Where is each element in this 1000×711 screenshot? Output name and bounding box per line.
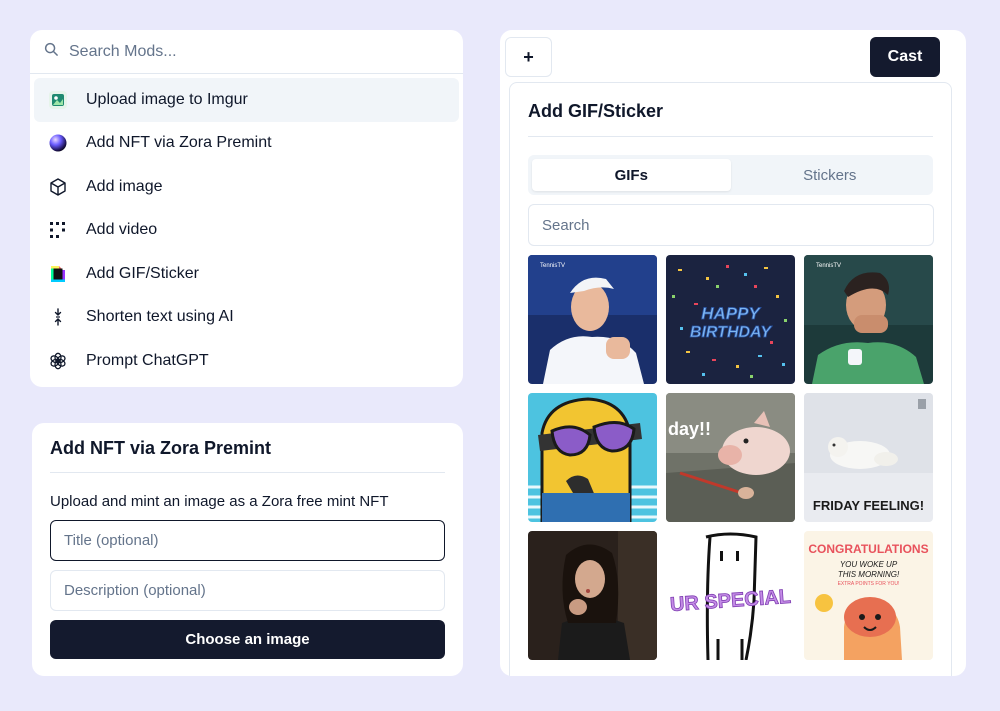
zora-premint-card: Add NFT via Zora Premint Upload and mint… (32, 423, 463, 676)
imgur-icon (48, 90, 68, 110)
divider (50, 472, 445, 473)
tab-gifs[interactable]: GIFs (532, 159, 731, 191)
mod-label: Add video (86, 221, 158, 239)
mod-item-upload-imgur[interactable]: Upload image to Imgur (34, 78, 459, 122)
woman-blowing-kiss-gif[interactable] (528, 531, 657, 660)
cube-icon (48, 177, 68, 197)
divider (528, 136, 933, 137)
gif-grid: TennisTV HAPPY BIRTHDAY TennisTV day!! F… (528, 255, 933, 660)
tile-caption: FRIDAY FEELING! (813, 498, 924, 513)
tile-caption-line: YOU WOKE UP (840, 560, 898, 569)
description-field[interactable] (50, 570, 445, 611)
tile-caption: TennisTV (816, 263, 841, 269)
pig-day-gif[interactable]: day!! (666, 393, 795, 522)
minion-sunglasses-gif[interactable] (528, 393, 657, 522)
gif-panel-title: Add GIF/Sticker (528, 101, 664, 121)
mod-label: Shorten text using AI (86, 308, 234, 326)
cast-button[interactable]: Cast (870, 37, 940, 77)
mod-label: Add NFT via Zora Premint (86, 134, 272, 152)
gif-search-input[interactable] (528, 204, 934, 246)
search-icon (44, 42, 59, 62)
mods-search-row[interactable]: Search Mods... (30, 30, 463, 74)
mod-item-add-video[interactable]: Add video (34, 209, 459, 253)
tile-caption: TennisTV (540, 263, 565, 269)
tennis-celebration-gif[interactable]: TennisTV (804, 255, 933, 384)
giphy-icon (48, 264, 68, 284)
mods-list: Upload image to Imgur Add NFT via Zora P… (30, 74, 463, 383)
mod-label: Prompt ChatGPT (86, 351, 209, 369)
mods-panel: Search Mods... Upload image to Imgur Add… (30, 30, 463, 387)
mod-label: Add image (86, 177, 163, 195)
tile-caption: day!! (668, 419, 711, 439)
add-button[interactable]: + (505, 37, 552, 77)
tile-caption: CONGRATULATIONS (808, 542, 928, 556)
mod-item-zora-premint[interactable]: Add NFT via Zora Premint (34, 122, 459, 166)
video-dots-icon (48, 220, 68, 240)
gif-sticker-panel: Add GIF/Sticker GIFs Stickers TennisTV (509, 82, 952, 676)
mod-label: Upload image to Imgur (86, 90, 248, 108)
title-field[interactable] (50, 520, 445, 561)
composer-panel: + Cast Add GIF/Sticker GIFs Stickers Ten… (500, 30, 966, 676)
mod-item-add-gif-sticker[interactable]: Add GIF/Sticker (34, 252, 459, 296)
zora-card-description: Upload and mint an image as a Zora free … (50, 493, 389, 510)
mod-item-add-image[interactable]: Add image (34, 165, 459, 209)
tab-stickers[interactable]: Stickers (731, 159, 930, 191)
friday-feeling-gif[interactable]: FRIDAY FEELING! (804, 393, 933, 522)
choose-image-button[interactable]: Choose an image (50, 620, 445, 659)
happy-birthday-gif[interactable]: HAPPY BIRTHDAY (666, 255, 795, 384)
openai-icon (48, 351, 68, 371)
gif-tabs: GIFs Stickers (528, 155, 933, 195)
ur-special-sticker-gif[interactable]: UR SPECIAL (666, 531, 795, 660)
zora-card-title: Add NFT via Zora Premint (50, 438, 272, 458)
svg-text:BIRTHDAY: BIRTHDAY (690, 324, 773, 341)
tile-caption-line: THIS MORNING! (838, 570, 900, 579)
svg-text:HAPPY: HAPPY (701, 304, 761, 323)
mod-item-prompt-chatgpt[interactable]: Prompt ChatGPT (34, 339, 459, 383)
mod-item-shorten-text[interactable]: Shorten text using AI (34, 296, 459, 340)
mods-search-input[interactable]: Search Mods... (69, 43, 177, 61)
tile-caption-line: EXTRA POINTS FOR YOU! (838, 581, 900, 587)
congratulations-gif[interactable]: CONGRATULATIONS YOU WOKE UP THIS MORNING… (804, 531, 933, 660)
zora-orb-icon (48, 133, 68, 153)
compress-arrows-icon (48, 307, 68, 327)
mod-label: Add GIF/Sticker (86, 264, 199, 282)
tennis-player-gif[interactable]: TennisTV (528, 255, 657, 384)
